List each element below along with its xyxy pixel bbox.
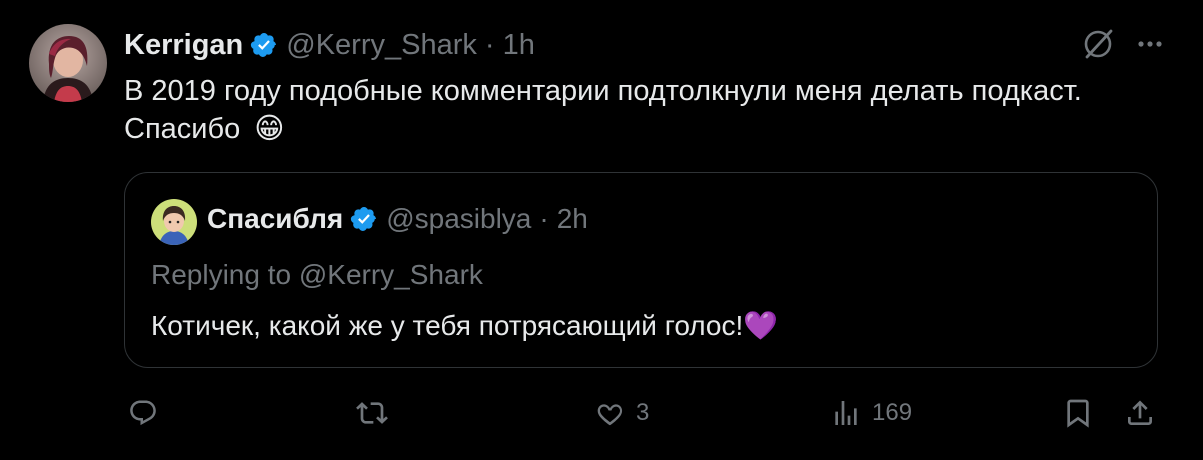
quote-author-name[interactable]: Спасибля [207,203,343,235]
tweet-time[interactable]: 1h [503,29,535,62]
reply-button[interactable] [128,393,168,433]
author-handle[interactable]: @Kerry_Shark [286,29,477,62]
reply-icon [128,398,158,428]
quote-text: Котичек, какой же у тебя потрясающий гол… [151,309,778,342]
share-button[interactable] [1124,393,1156,433]
tweet-header: Kerrigan @Kerry_Shark · 1h [124,26,535,64]
like-icon [594,397,626,429]
quote-author-avatar[interactable] [151,199,197,245]
author-avatar[interactable] [29,24,107,102]
action-bar: 3 169 [124,393,1164,433]
verified-badge-icon [350,205,378,233]
purple-heart-emoji: 💜 [743,310,779,341]
retweet-button[interactable] [356,393,398,433]
quoted-tweet[interactable]: Спасибля @spasiblya · 2h Replying to @Ke… [124,172,1158,368]
replying-to[interactable]: Replying to @Kerry_Shark [151,259,483,291]
share-icon [1124,397,1156,429]
views-icon [830,397,862,429]
grok-icon[interactable] [1081,27,1115,66]
bookmark-button[interactable] [1062,393,1094,433]
views-count: 169 [872,399,913,426]
verified-badge-icon [250,31,278,59]
retweet-icon [356,397,388,429]
grinning-emoji: 😁 [254,113,285,145]
author-name[interactable]: Kerrigan [124,29,243,62]
quote-author-handle[interactable]: @spasiblya [386,203,531,235]
like-count: 3 [636,399,650,426]
separator: · [484,28,495,61]
quote-time[interactable]: 2h [557,203,588,235]
tweet-text: В 2019 году подобные комментарии подтолк… [124,72,1174,148]
bookmark-icon [1062,397,1094,429]
like-button[interactable]: 3 [594,393,649,433]
views-button[interactable]: 169 [830,393,912,433]
tweet-top-actions [1081,27,1165,66]
more-icon[interactable] [1135,29,1165,64]
quote-header: Спасибля @spasiblya · 2h [207,203,588,235]
quote-text-content: Котичек, какой же у тебя потрясающий гол… [151,310,744,341]
tweet[interactable]: Kerrigan @Kerry_Shark · 1h В 2019 году п… [0,0,1203,460]
separator: · [539,203,549,234]
